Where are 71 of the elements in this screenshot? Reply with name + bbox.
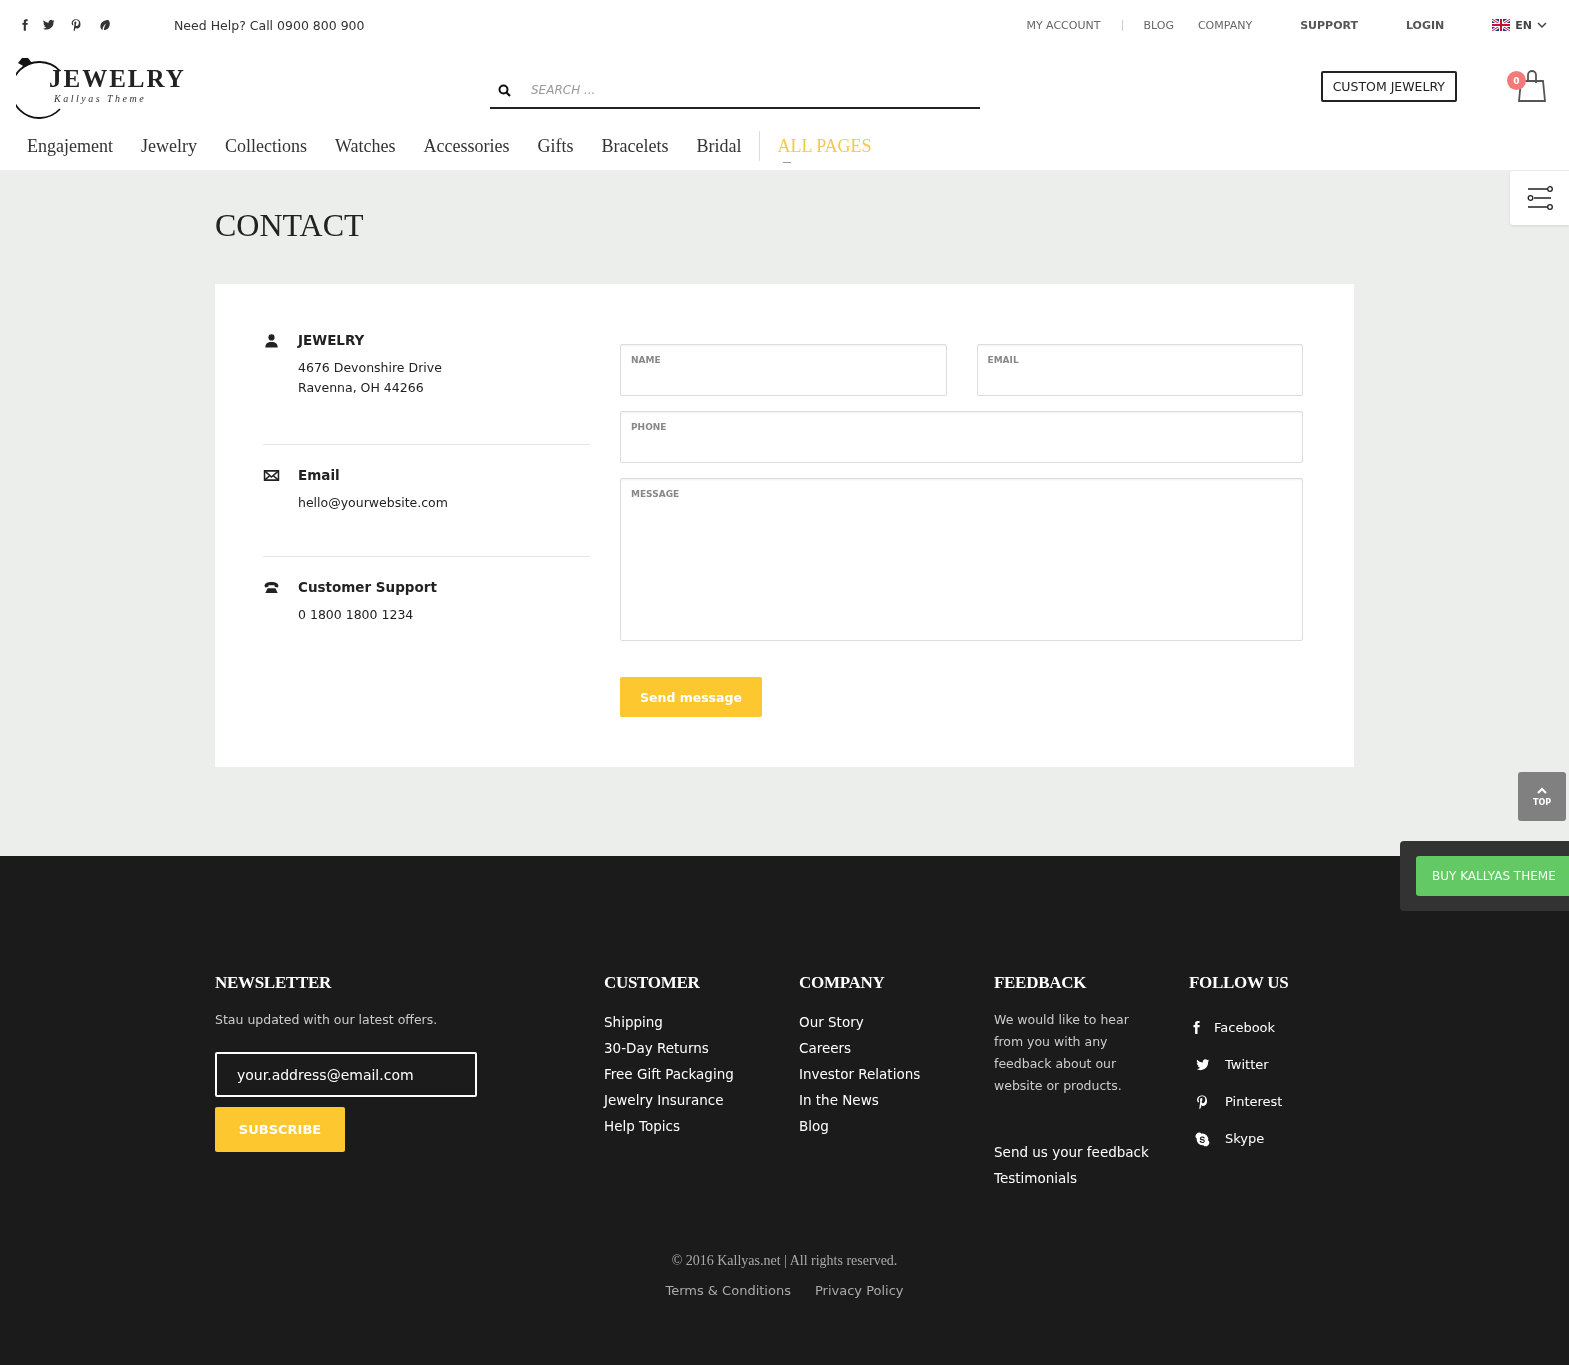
top-link[interactable]: BLOG [1143,18,1174,32]
newsletter-text: Stau updated with our latest offers. [215,1011,439,1029]
bird-icon[interactable] [40,17,56,33]
copyright-text: © 2016 Kallyas.net | All rights reserved. [670,1253,899,1269]
footer-link[interactable]: In the News [799,1087,994,1113]
jewelry-logo[interactable]: JEWELRY Kallyas Theme [49,65,186,105]
legal-link[interactable]: Privacy Policy [814,1283,904,1298]
contact-detail: 0 1800 1800 1234 [298,606,415,624]
person-icon [263,332,280,349]
nav-link[interactable]: Bridal [696,135,742,163]
facebook-icon [1193,1021,1200,1034]
shopping-bag-icon[interactable] [1517,69,1547,103]
page-title: CONTACT [215,207,365,244]
footer-link[interactable]: Shipping [604,1009,799,1035]
help-text: Need Help? Call 0900 800 900 [174,17,365,33]
cart-count-badge: 0 [1507,71,1526,90]
top-link[interactable]: SUPPORT [1300,18,1358,32]
footer-heading: FEEDBACK [994,973,1088,993]
contact-heading: Customer Support [298,579,437,595]
footer-link[interactable]: Jewelry Insurance [604,1087,799,1113]
input-field[interactable]: EMAIL [976,344,1303,396]
footer-heading: NEWSLETTER [215,973,333,993]
social-link[interactable]: Twitter [1225,1057,1269,1072]
footer-heading: FOLLOW US [1189,973,1290,993]
facebook-icon[interactable] [22,19,28,31]
nav-link[interactable]: Bracelets [601,135,669,163]
footer-link[interactable]: Free Gift Packaging [604,1061,799,1087]
search-icon [498,83,511,97]
social-link[interactable]: Facebook [1214,1020,1276,1035]
contact-heading: Email [298,467,341,483]
footer-link[interactable]: Send us your feedback [994,1139,1189,1165]
input-field[interactable]: NAME [620,344,947,396]
email-field[interactable]: your.address@email.com [215,1052,477,1097]
contact-detail: hello@yourwebsite.com [298,494,448,512]
nav-link[interactable]: Jewelry [140,135,197,163]
footer-heading: CUSTOMER [604,973,701,993]
nav-link[interactable]: Collections [224,135,307,163]
nav-link[interactable]: Accessories [423,135,510,163]
footer-link[interactable]: Testimonials [994,1165,1189,1191]
settings-panel-tab[interactable] [1510,171,1569,225]
input-field[interactable]: PHONE [620,411,1303,463]
legal-link[interactable]: Terms & Conditions [665,1283,791,1298]
footer-link[interactable]: Investor Relations [799,1061,994,1087]
footer-link[interactable]: Careers [799,1035,994,1061]
flag-icon [1492,19,1511,31]
footer-link[interactable]: Help Topics [604,1113,799,1139]
nav-link[interactable]: Watches [334,135,396,163]
social-link[interactable]: Pinterest [1225,1094,1283,1109]
contact-detail: Ravenna, OH 44266 [298,379,425,397]
top-link[interactable]: MY ACCOUNT [1026,18,1101,32]
back-to-top-button[interactable]: TOP [1518,772,1566,821]
nav-link[interactable]: Engajement [27,135,113,163]
contact-detail: 4676 Devonshire Drive [298,359,442,377]
phone-icon [263,579,280,596]
footer-link[interactable]: Our Story [799,1009,994,1035]
top-link[interactable]: COMPANY [1197,18,1253,32]
envelope-icon [263,467,280,484]
footer-link[interactable]: 30-Day Returns [604,1035,799,1061]
chevron-up-icon [1537,786,1547,794]
contact-heading: JEWELRY [298,332,366,348]
nav-link[interactable]: Gifts [537,135,574,163]
top-link[interactable]: LOGIN [1405,18,1445,32]
social-link[interactable]: Skype [1225,1131,1265,1146]
custom-jewelry-button[interactable]: CUSTOM JEWELRY [1320,70,1457,102]
sliders-icon [1526,185,1553,211]
feedback-text: We would like to hear from you with any feedback about our website or products. [994,1011,1130,1095]
message-field[interactable]: MESSAGE [620,478,1303,641]
chevron-down-icon [1537,21,1547,29]
footer-link[interactable]: Blog [799,1113,994,1139]
language-selector[interactable]: EN [1515,18,1532,32]
footer-heading: COMPANY [799,973,886,993]
